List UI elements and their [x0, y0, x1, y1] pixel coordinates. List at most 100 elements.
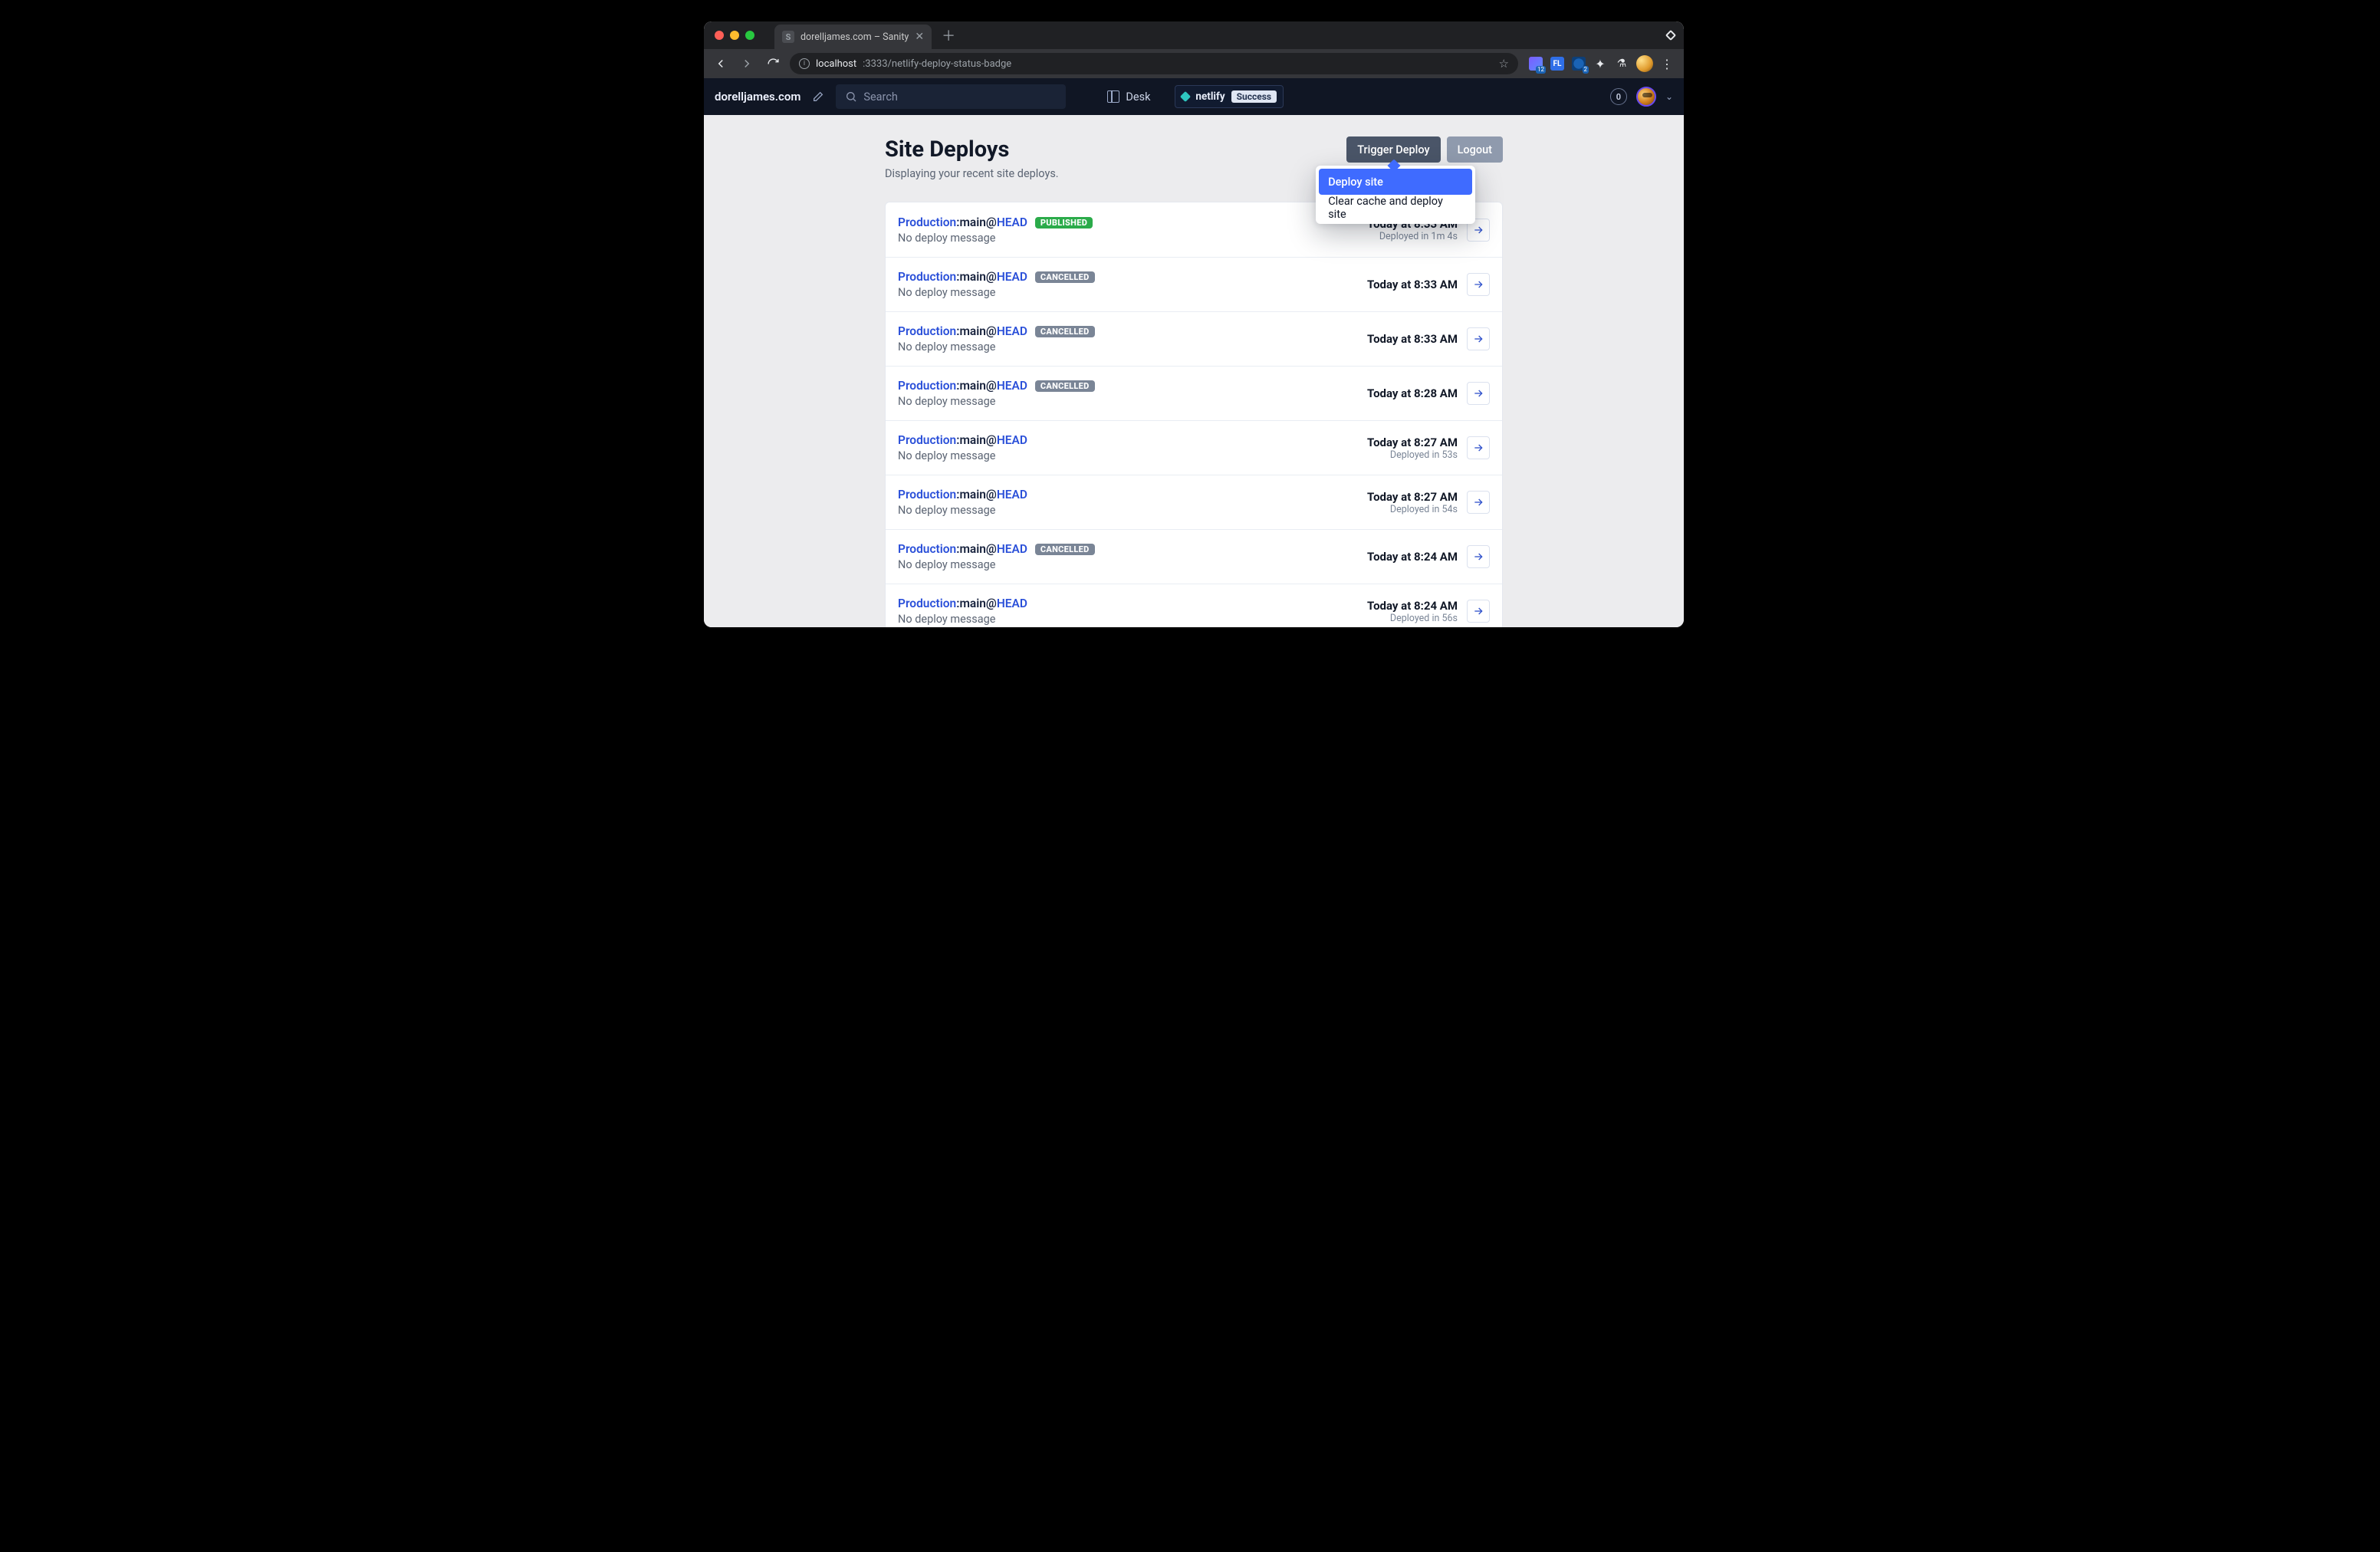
status-pill: PUBLISHED	[1035, 217, 1093, 229]
deploy-title: Production:main@HEAD CANCELLED	[898, 542, 1095, 556]
back-button[interactable]	[712, 54, 730, 73]
deploy-row[interactable]: Production:main@HEAD No deploy message Tod…	[886, 475, 1502, 529]
page: Site Deploys Displaying your recent site…	[885, 136, 1503, 627]
layout-icon	[1107, 90, 1119, 103]
status-pill: CANCELLED	[1035, 326, 1095, 337]
site-name[interactable]: dorelljames.com	[715, 90, 800, 104]
deploy-message: No deploy message	[898, 395, 1095, 408]
address-bar[interactable]: i localhost :3333/netlify-deploy-status-b…	[790, 53, 1518, 74]
deploy-time: Today at 8:28 AM	[1367, 386, 1458, 400]
open-deploy-button[interactable]	[1467, 273, 1490, 296]
close-tab-icon[interactable]: ✕	[915, 31, 924, 43]
page-header: Site Deploys Displaying your recent site…	[885, 136, 1503, 180]
status-pill: CANCELLED	[1035, 544, 1095, 555]
deploy-duration: Deployed in 53s	[1367, 449, 1458, 461]
status-pill: CANCELLED	[1035, 380, 1095, 392]
deploy-row[interactable]: Production:main@HEAD CANCELLED No deploy …	[886, 257, 1502, 311]
extension-icons: 12 FL 2 ✦ ⚗ ⋮	[1526, 55, 1676, 72]
url-host: localhost	[816, 58, 856, 70]
deploy-message: No deploy message	[898, 340, 1095, 353]
tab-title: dorelljames.com – Sanity	[800, 31, 909, 43]
open-deploy-button[interactable]	[1467, 600, 1490, 623]
dropdown-item-clear-cache-deploy[interactable]: Clear cache and deploy site	[1319, 195, 1472, 221]
browser-toolbar: i localhost :3333/netlify-deploy-status-b…	[704, 49, 1684, 78]
desk-label: Desk	[1126, 90, 1150, 104]
extension-react-icon[interactable]: 12	[1529, 57, 1543, 71]
deploy-time: Today at 8:27 AM	[1367, 436, 1458, 449]
deploy-title: Production:main@HEAD	[898, 433, 1027, 447]
browser-window: S dorelljames.com – Sanity ✕ ＋ i localho…	[704, 21, 1684, 627]
tab-strip: S dorelljames.com – Sanity ✕ ＋	[704, 21, 1684, 49]
deploy-message: No deploy message	[898, 286, 1095, 299]
deploy-message: No deploy message	[898, 613, 1027, 626]
deploy-title: Production:main@HEAD PUBLISHED	[898, 215, 1093, 229]
maximize-window-icon[interactable]	[745, 31, 754, 40]
site-info-icon[interactable]: i	[799, 58, 810, 69]
netlify-logo-icon	[1180, 91, 1191, 102]
status-pill: CANCELLED	[1035, 271, 1095, 283]
deploy-row[interactable]: Production:main@HEAD No deploy message Tod…	[886, 420, 1502, 475]
minimize-window-icon[interactable]	[730, 31, 739, 40]
logout-button[interactable]: Logout	[1447, 136, 1503, 163]
deploy-row[interactable]: Production:main@HEAD CANCELLED No deploy …	[886, 529, 1502, 584]
window-controls[interactable]	[712, 21, 759, 49]
experiments-icon[interactable]: ⚗	[1615, 57, 1629, 71]
browser-tab[interactable]: S dorelljames.com – Sanity ✕	[774, 25, 932, 49]
notifications-badge[interactable]: 0	[1610, 88, 1627, 105]
chevron-down-icon[interactable]: ⌄	[1665, 91, 1673, 102]
edit-icon[interactable]	[810, 88, 827, 105]
extension-redux-icon[interactable]: 2	[1572, 57, 1586, 71]
deploy-message: No deploy message	[898, 232, 1093, 245]
new-tab-button[interactable]: ＋	[938, 25, 959, 46]
open-deploy-button[interactable]	[1467, 545, 1490, 568]
deploy-title: Production:main@HEAD	[898, 597, 1027, 610]
deploy-row[interactable]: Production:main@HEAD CANCELLED No deploy …	[886, 311, 1502, 366]
netlify-status: Success	[1231, 90, 1277, 103]
deploy-duration: Deployed in 56s	[1367, 613, 1458, 624]
deploys-panel: Production:main@HEAD PUBLISHED No deploy …	[885, 202, 1503, 627]
deploy-message: No deploy message	[898, 504, 1027, 517]
close-window-icon[interactable]	[715, 31, 724, 40]
url-path: :3333/netlify-deploy-status-badge	[863, 58, 1011, 70]
deploy-time: Today at 8:27 AM	[1367, 490, 1458, 504]
deploy-time: Today at 8:24 AM	[1367, 599, 1458, 613]
profile-avatar-icon[interactable]	[1636, 55, 1653, 72]
netlify-label: netlify	[1195, 90, 1225, 103]
deploy-title: Production:main@HEAD CANCELLED	[898, 379, 1095, 393]
deploy-message: No deploy message	[898, 558, 1095, 571]
deploy-row[interactable]: Production:main@HEAD No deploy message Tod…	[886, 584, 1502, 627]
desk-nav[interactable]: Desk	[1107, 90, 1150, 104]
deploy-title: Production:main@HEAD	[898, 488, 1027, 501]
open-deploy-button[interactable]	[1467, 327, 1490, 350]
user-avatar[interactable]	[1636, 87, 1656, 107]
deploy-duration: Deployed in 54s	[1367, 504, 1458, 515]
tab-overflow-icon[interactable]	[1665, 30, 1676, 41]
open-deploy-button[interactable]	[1467, 436, 1490, 459]
extension-fontloader-icon[interactable]: FL	[1550, 57, 1564, 71]
browser-menu-icon[interactable]: ⋮	[1661, 57, 1673, 71]
deploy-duration: Deployed in 1m 4s	[1367, 231, 1458, 242]
search-icon	[845, 90, 857, 103]
dropdown-item-deploy-site[interactable]: Deploy site	[1319, 169, 1472, 195]
deploy-time: Today at 8:33 AM	[1367, 332, 1458, 346]
page-subtitle: Displaying your recent site deploys.	[885, 167, 1059, 180]
trigger-deploy-dropdown[interactable]: Deploy site Clear cache and deploy site	[1316, 166, 1475, 224]
deploy-time: Today at 8:33 AM	[1367, 278, 1458, 291]
content-area: Site Deploys Displaying your recent site…	[704, 115, 1684, 627]
tab-favicon: S	[782, 31, 794, 43]
search-input[interactable]: Search	[836, 84, 1066, 109]
deploy-title: Production:main@HEAD CANCELLED	[898, 270, 1095, 284]
netlify-status-badge[interactable]: netlify Success	[1175, 85, 1284, 108]
deploy-time: Today at 8:24 AM	[1367, 550, 1458, 564]
forward-button[interactable]	[738, 54, 756, 73]
app-bar: dorelljames.com Search Desk netlify Succ…	[704, 78, 1684, 115]
bookmark-star-icon[interactable]: ☆	[1499, 57, 1509, 71]
open-deploy-button[interactable]	[1467, 382, 1490, 405]
extensions-menu-icon[interactable]: ✦	[1593, 57, 1607, 71]
deploy-message: No deploy message	[898, 449, 1027, 462]
deploy-title: Production:main@HEAD CANCELLED	[898, 324, 1095, 338]
open-deploy-button[interactable]	[1467, 491, 1490, 514]
deploy-row[interactable]: Production:main@HEAD CANCELLED No deploy …	[886, 366, 1502, 420]
reload-button[interactable]	[764, 54, 782, 73]
search-placeholder: Search	[863, 90, 898, 104]
